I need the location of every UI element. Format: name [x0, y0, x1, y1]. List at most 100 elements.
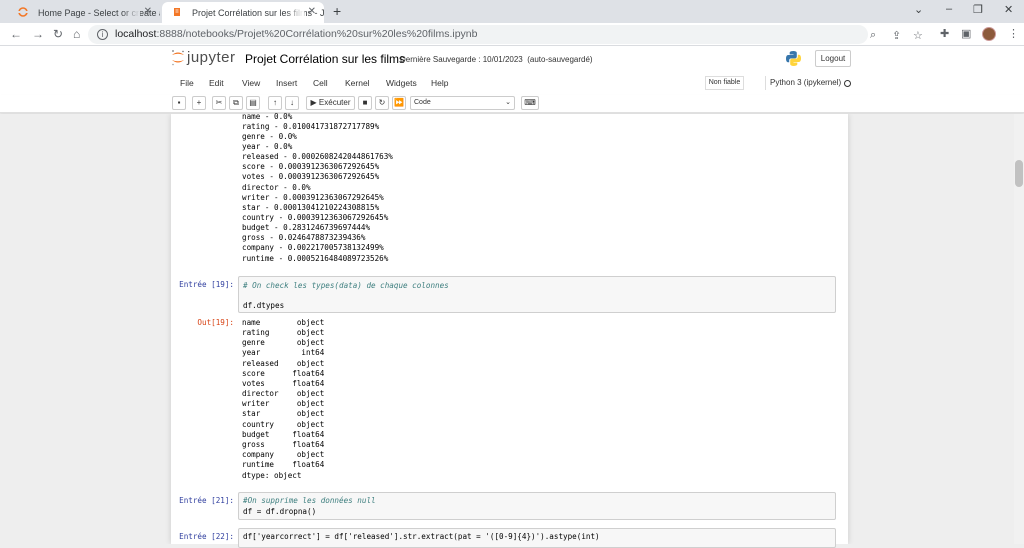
notebook-menubar: File Edit View Insert Cell Kernel Widget… — [0, 71, 1024, 95]
chevron-down-icon[interactable]: ⌄ — [914, 3, 923, 16]
close-icon[interactable]: ✕ — [308, 6, 316, 17]
notebook-favicon-icon — [174, 8, 180, 16]
output-line: star object — [242, 409, 325, 418]
back-icon[interactable]: ← — [10, 27, 22, 41]
cut-icon[interactable]: ✂ — [212, 96, 226, 110]
scrollbar-thumb[interactable] — [1015, 160, 1023, 187]
url-bar[interactable]: i localhost:8888/notebooks/Projet%20Corr… — [88, 25, 923, 44]
output-line: company - 0.002217005738132499% — [242, 243, 384, 252]
cell-type-select[interactable]: Code ⌄ — [410, 96, 515, 110]
info-icon[interactable]: i — [97, 29, 108, 40]
kernel-status-icon — [844, 80, 851, 87]
tab-notebook[interactable]: Projet Corrélation sur les films - J ✕ — [162, 2, 324, 23]
output-line: votes - 0.0003912363067292645% — [242, 172, 380, 181]
extensions-icon[interactable]: ✚ — [940, 27, 949, 40]
move-up-icon[interactable]: ↑ — [268, 96, 282, 110]
output-line: star - 0.00013041210224308815% — [242, 203, 380, 212]
keyboard-icon[interactable]: ⌨ — [521, 96, 539, 110]
bookmark-star-icon[interactable]: ☆ — [913, 29, 923, 42]
jupyter-logo-icon — [172, 50, 184, 66]
output-line: released object — [242, 359, 325, 368]
share-icon[interactable]: ⇪ — [892, 29, 901, 42]
stop-icon[interactable]: ■ — [358, 96, 372, 110]
profile-avatar[interactable] — [982, 27, 996, 41]
menu-view[interactable]: View — [242, 78, 260, 88]
menu-edit[interactable]: Edit — [209, 78, 224, 88]
jupyter-logo[interactable]: jupyter — [171, 49, 236, 66]
output-line: name object — [242, 318, 325, 327]
cell-in-prompt: Entrée [21]: — [179, 496, 234, 505]
insert-cell-icon[interactable]: + — [192, 96, 206, 110]
tab-title: Home Page - Select or create a n — [38, 7, 160, 18]
forward-icon[interactable]: → — [32, 27, 44, 41]
sidepanel-icon[interactable]: ▣ — [961, 27, 971, 40]
restore-icon[interactable]: ❐ — [973, 3, 983, 16]
paste-icon[interactable]: ▤ — [246, 96, 260, 110]
home-icon[interactable]: ⌂ — [73, 27, 80, 41]
restart-run-all-icon[interactable]: ⏩ — [392, 96, 406, 110]
output-line: company object — [242, 450, 325, 459]
zoom-icon[interactable]: ⌕ — [870, 29, 876, 42]
menu-kebab-icon[interactable]: ⋮ — [1008, 27, 1019, 40]
jupyter-logo-text: jupyter — [187, 49, 236, 66]
output-line: genre - 0.0% — [242, 132, 297, 141]
jupyter-header: jupyter Projet Corrélation sur les films… — [0, 46, 1024, 71]
output-line: dtype: object — [242, 471, 302, 480]
menu-help[interactable]: Help — [431, 78, 448, 88]
menu-widgets[interactable]: Widgets — [386, 78, 417, 88]
output-line: genre object — [242, 338, 325, 347]
code-line: df = df.dropna() — [243, 507, 317, 516]
menu-kernel[interactable]: Kernel — [345, 78, 370, 88]
notebook-name[interactable]: Projet Corrélation sur les films — [245, 52, 405, 66]
output-line: budget - 0.2831246739697444% — [242, 223, 371, 232]
minimize-icon[interactable]: – — [946, 3, 952, 15]
menu-cell[interactable]: Cell — [313, 78, 328, 88]
jupyter-favicon-icon — [18, 7, 28, 17]
output-line: year int64 — [242, 348, 325, 357]
browser-tabstrip: Home Page - Select or create a n ✕ Proje… — [0, 0, 1024, 23]
code-comment: #On supprime les données null — [243, 496, 376, 505]
kernel-name[interactable]: Python 3 (ipykernel) — [765, 76, 841, 90]
output-line: director - 0.0% — [242, 183, 311, 192]
output-line: score - 0.0003912363067292645% — [242, 162, 380, 171]
code-cell-input[interactable]: df['yearcorrect'] = df['released'].str.e… — [238, 528, 836, 548]
run-button[interactable]: ▶ Exécuter — [306, 96, 355, 110]
output-line: director object — [242, 389, 325, 398]
menu-file[interactable]: File — [180, 78, 194, 88]
output-line: year - 0.0% — [242, 142, 293, 151]
output-line: writer - 0.0003912363067292645% — [242, 193, 384, 202]
output-line: gross float64 — [242, 440, 325, 449]
address-toolbar: ← → ↻ ⌂ i localhost:8888/notebooks/Proje… — [0, 23, 1024, 46]
output-line: country - 0.0003912363067292645% — [242, 213, 389, 222]
reload-icon[interactable]: ↻ — [53, 27, 63, 41]
output-line: released - 0.0002608242044861763% — [242, 152, 393, 161]
output-line: votes float64 — [242, 379, 325, 388]
window-close-icon[interactable]: ✕ — [1004, 3, 1013, 16]
cell-in-prompt: Entrée [22]: — [179, 532, 234, 541]
restart-icon[interactable]: ↻ — [375, 96, 389, 110]
checkpoint-status: Dernière Sauvegarde : 10/01/2023 (auto-s… — [400, 55, 593, 64]
copy-icon[interactable]: ⧉ — [229, 96, 243, 110]
output-line: runtime float64 — [242, 460, 325, 469]
code-cell-input[interactable]: # On check les types(data) de chaque col… — [238, 276, 836, 313]
cell-in-prompt: Entrée [19]: — [179, 280, 234, 289]
output-line: gross - 0.0246478873239436% — [242, 233, 366, 242]
code-line: df['yearcorrect'] = df['released'].str.e… — [243, 532, 600, 541]
move-down-icon[interactable]: ↓ — [285, 96, 299, 110]
code-line: df.dtypes — [243, 301, 285, 310]
url-text[interactable]: localhost:8888/notebooks/Projet%20Corrél… — [115, 28, 477, 40]
python-logo-icon — [786, 51, 801, 66]
trust-indicator[interactable]: Non fiable — [705, 76, 744, 90]
output-line: runtime - 0.0005216484089723526% — [242, 254, 389, 263]
close-icon[interactable]: ✕ — [144, 6, 152, 17]
chevron-down-icon: ⌄ — [505, 99, 511, 106]
save-icon[interactable]: ▪ — [172, 96, 186, 110]
logout-button[interactable]: Logout — [815, 50, 851, 67]
notebook-toolbar: ▪ + ✂ ⧉ ▤ ↑ ↓ ▶ Exécuter ■ ↻ ⏩ Code ⌄ ⌨ — [0, 95, 1024, 113]
tab-home-page[interactable]: Home Page - Select or create a n ✕ — [8, 2, 160, 23]
output-line: budget float64 — [242, 430, 325, 439]
play-icon: ▶ — [310, 98, 317, 107]
new-tab-button[interactable]: + — [333, 3, 341, 19]
code-cell-input[interactable]: #On supprime les données null df = df.dr… — [238, 492, 836, 520]
menu-insert[interactable]: Insert — [276, 78, 297, 88]
